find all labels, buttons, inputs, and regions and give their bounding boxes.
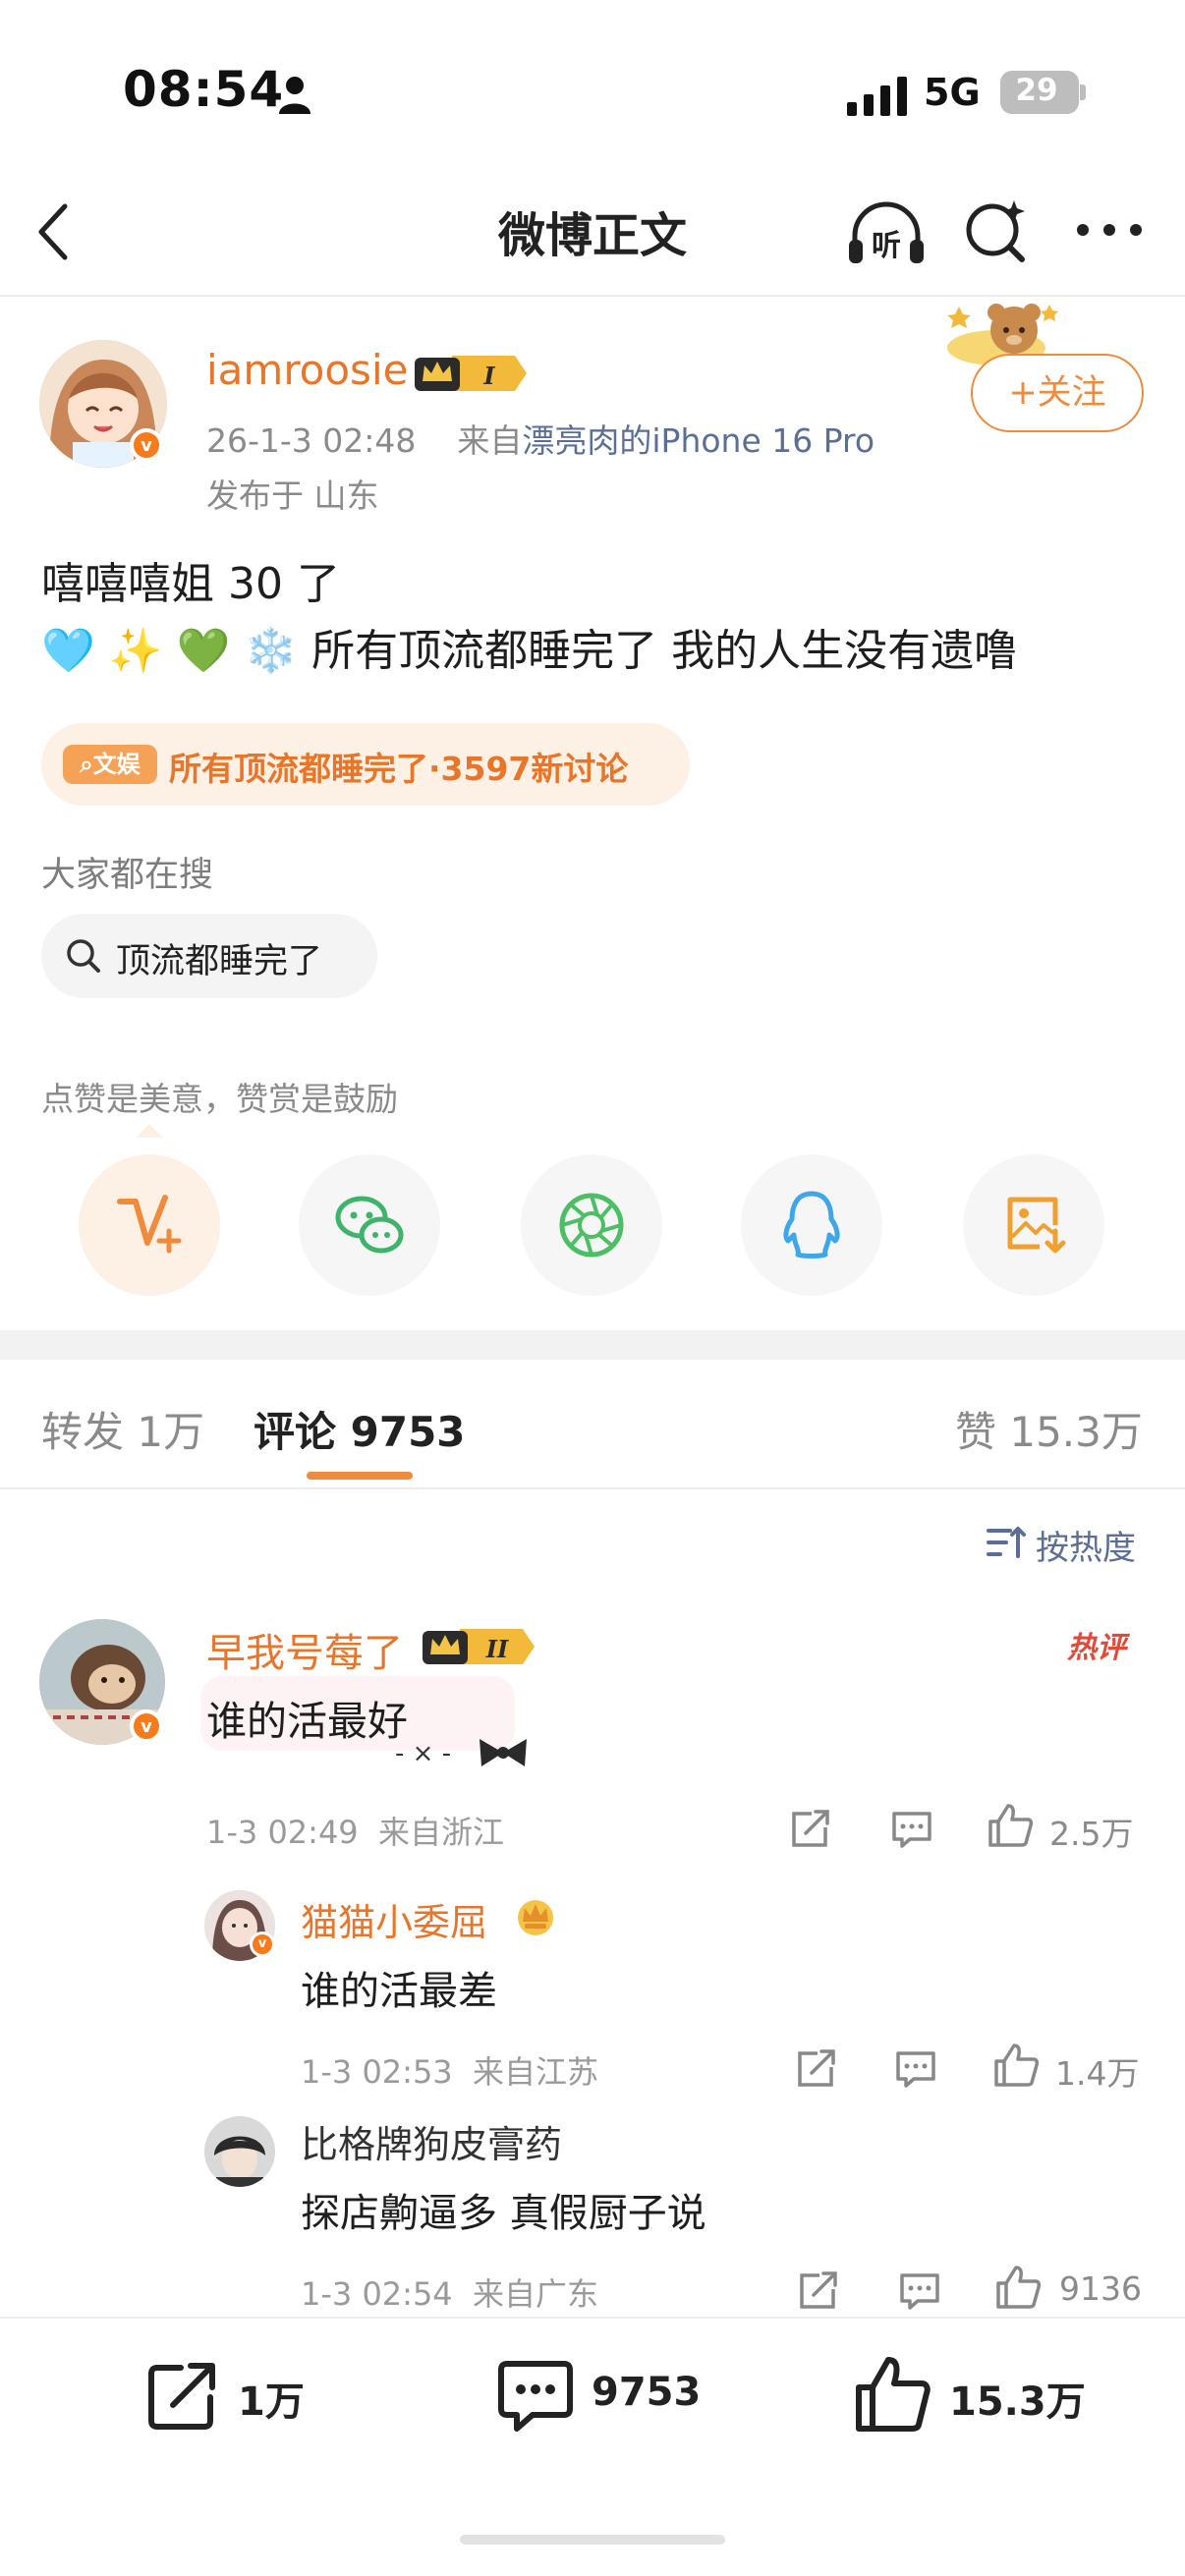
post-device[interactable]: 漂亮肉的iPhone 16 Pro bbox=[522, 421, 875, 460]
thumbs-up-icon[interactable] bbox=[992, 2042, 1040, 2089]
comment-icon[interactable] bbox=[890, 1810, 933, 1849]
member-crown-badge-icon[interactable]: I bbox=[413, 352, 529, 395]
search-ai-icon[interactable] bbox=[961, 196, 1032, 267]
thumbs-up-icon[interactable] bbox=[987, 1802, 1034, 1849]
moments-share-button[interactable] bbox=[521, 1154, 662, 1296]
post-text-line2: 🩵 ✨ 💚 ❄️ 所有顶流都睡完了 我的人生没有遗噜 bbox=[41, 615, 1017, 678]
verified-badge-icon: v bbox=[250, 1932, 275, 1957]
repost-icon[interactable] bbox=[143, 2358, 220, 2435]
reward-button[interactable] bbox=[79, 1154, 220, 1296]
search-icon bbox=[67, 939, 100, 973]
person-icon bbox=[279, 77, 310, 114]
moments-icon bbox=[559, 1193, 624, 1258]
tab-divider bbox=[0, 1487, 1185, 1489]
tab-active-indicator bbox=[307, 1472, 413, 1480]
bow-decoration-icon bbox=[480, 1739, 527, 1766]
reply-meta: 1-3 02:53 来自江苏 bbox=[301, 2047, 598, 2093]
comment-meta: 1-3 02:49 来自浙江 bbox=[206, 1808, 504, 1853]
home-indicator bbox=[460, 2535, 725, 2545]
qq-share-button[interactable] bbox=[741, 1154, 882, 1296]
comment-username[interactable]: 早我号莓了 bbox=[206, 1621, 403, 1678]
tab-repost[interactable]: 转发 1万 bbox=[41, 1399, 204, 1459]
tab-likes[interactable]: 赞 15.3万 bbox=[955, 1399, 1143, 1459]
reply-like-count: 9136 bbox=[1059, 2269, 1142, 2308]
post-text-line1: 嘻嘻嘻姐 30 了 bbox=[41, 559, 340, 609]
wechat-icon bbox=[335, 1196, 404, 1254]
reply-time: 1-3 02:54 bbox=[301, 2275, 453, 2313]
member-level-label: II bbox=[485, 1635, 509, 1663]
like-count[interactable]: 15.3万 bbox=[949, 2370, 1086, 2427]
hot-comment-badge: 热评 bbox=[1067, 1631, 1126, 1665]
member-crown-badge-icon[interactable]: II bbox=[421, 1625, 536, 1668]
like-hint: 点赞是美意，赞赏是鼓励 bbox=[41, 1080, 398, 1118]
verified-badge-icon: v bbox=[130, 1709, 163, 1743]
svg-text:听: 听 bbox=[872, 229, 901, 263]
reply-like-count: 1.4万 bbox=[1055, 2054, 1140, 2093]
post-source-prefix: 来自 bbox=[457, 421, 523, 460]
topic-tag: ⌕文娱 bbox=[63, 745, 157, 784]
comment-text: 谁的活最好 bbox=[206, 1698, 408, 1745]
follow-button[interactable]: +关注 bbox=[971, 354, 1144, 432]
network-type: 5G bbox=[924, 71, 981, 114]
save-image-button[interactable] bbox=[963, 1154, 1104, 1296]
reply-username[interactable]: 比格牌狗皮膏药 bbox=[301, 2114, 562, 2168]
reply-avatar[interactable] bbox=[204, 2116, 275, 2187]
post-text-body: 所有顶流都睡完了 我的人生没有遗噜 bbox=[311, 626, 1018, 676]
listen-icon[interactable]: 听 bbox=[845, 196, 928, 271]
signal-icon bbox=[847, 77, 907, 116]
author-username[interactable]: iamroosie bbox=[206, 346, 408, 394]
repost-count[interactable]: 1万 bbox=[238, 2370, 305, 2427]
sort-label[interactable]: 按热度 bbox=[1036, 1521, 1136, 1569]
comment-deco-text: - × - bbox=[395, 1739, 452, 1768]
post-meta: 26-1-3 02:48 来自漂亮肉的iPhone 16 Pro bbox=[206, 415, 875, 462]
battery-cap bbox=[1080, 84, 1086, 100]
reply-location: 来自江苏 bbox=[473, 2053, 599, 2091]
hint-arrow bbox=[136, 1124, 163, 1138]
comment-time: 1-3 02:49 bbox=[206, 1814, 359, 1851]
save-image-icon bbox=[1007, 1197, 1066, 1254]
qq-icon bbox=[783, 1191, 840, 1259]
reply-time: 1-3 02:53 bbox=[301, 2053, 453, 2091]
comment-icon[interactable] bbox=[898, 2271, 941, 2311]
battery-level: 29 bbox=[1015, 73, 1058, 108]
reward-v-plus-icon bbox=[117, 1195, 182, 1254]
share-icon[interactable] bbox=[798, 2269, 839, 2311]
crown-fan-badge-icon bbox=[518, 1900, 553, 1935]
wechat-share-button[interactable] bbox=[299, 1154, 440, 1296]
tab-comments[interactable]: 评论 9753 bbox=[254, 1399, 466, 1459]
share-icon[interactable] bbox=[796, 2047, 837, 2089]
trending-search-label: 大家都在搜 bbox=[41, 856, 214, 895]
post-time: 26-1-3 02:48 bbox=[206, 421, 417, 460]
section-separator bbox=[0, 1330, 1185, 1360]
reply-text: 谁的活最差 bbox=[301, 1969, 497, 2014]
topic-search-icon: ⌕ bbox=[80, 751, 93, 778]
reply-username[interactable]: 猫猫小委屈 bbox=[301, 1892, 487, 1946]
sort-icon[interactable] bbox=[987, 1525, 1026, 1560]
comment-icon[interactable] bbox=[894, 2049, 937, 2089]
post-emojis: 🩵 ✨ 💚 ❄️ bbox=[41, 626, 299, 676]
member-level-label: I bbox=[482, 362, 495, 390]
comment-count[interactable]: 9753 bbox=[592, 2370, 701, 2415]
reply-meta: 1-3 02:54 来自广东 bbox=[301, 2269, 598, 2315]
comment-icon[interactable] bbox=[495, 2358, 576, 2435]
verified-badge-icon: v bbox=[130, 428, 163, 462]
trending-search-text[interactable]: 顶流都睡完了 bbox=[116, 933, 322, 983]
comment-location: 来自浙江 bbox=[378, 1814, 505, 1851]
topic-text[interactable]: 所有顶流都睡完了·3597新讨论 bbox=[169, 743, 628, 790]
reply-location: 来自广东 bbox=[473, 2275, 599, 2313]
thumbs-up-icon[interactable] bbox=[994, 2264, 1042, 2311]
more-icon[interactable] bbox=[1075, 220, 1144, 240]
status-time: 08:54 bbox=[123, 61, 285, 118]
reply-text: 探店齁逼多 真假厨子说 bbox=[301, 2191, 706, 2236]
share-icon[interactable] bbox=[790, 1808, 831, 1849]
thumbs-up-icon[interactable] bbox=[853, 2354, 931, 2435]
comment-like-count: 2.5万 bbox=[1049, 1815, 1134, 1853]
bottom-divider bbox=[0, 2317, 1185, 2319]
post-location: 发布于 山东 bbox=[206, 476, 379, 515]
